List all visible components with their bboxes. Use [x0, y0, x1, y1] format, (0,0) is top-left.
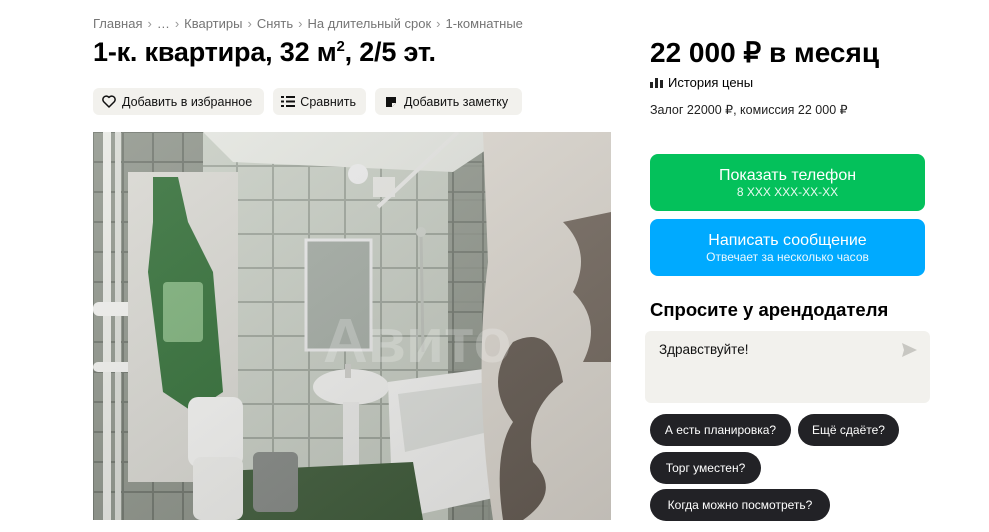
- photo-watermark: Авито: [323, 307, 511, 376]
- show-phone-label: Показать телефон: [718, 166, 857, 184]
- breadcrumb-separator: ›: [298, 16, 303, 31]
- breadcrumb-home[interactable]: Главная: [93, 16, 142, 31]
- compare-icon: [281, 94, 296, 110]
- note-icon: [383, 94, 399, 110]
- add-note-button[interactable]: Добавить заметку: [375, 88, 522, 115]
- add-note-label: Добавить заметку: [404, 94, 509, 109]
- breadcrumb-apartments[interactable]: Квартиры: [184, 16, 242, 31]
- message-text: Здравствуйте!: [659, 342, 749, 357]
- ask-landlord-title: Спросите у арендодателя: [650, 299, 889, 320]
- breadcrumb: Главная › … › Квартиры › Снять › На длительн…: [93, 16, 523, 31]
- breadcrumb-separator: ›: [247, 16, 252, 31]
- breadcrumb-separator: ›: [436, 16, 441, 31]
- title-floor: , 2/5 эт.: [344, 37, 436, 67]
- send-icon[interactable]: [902, 343, 918, 359]
- compare-label: Сравнить: [300, 94, 356, 109]
- add-to-favorites-button[interactable]: Добавить в избранное: [93, 88, 264, 115]
- title-superscript: 2: [336, 38, 345, 55]
- quick-question-bargain[interactable]: Торг уместен?: [650, 452, 761, 484]
- breadcrumb-long-term[interactable]: На длительный срок: [308, 16, 432, 31]
- listing-photo[interactable]: Авито: [93, 132, 611, 520]
- listing-actions: Добавить в избранное Сравнить Добавить з…: [93, 88, 522, 115]
- message-input[interactable]: Здравствуйте!: [645, 331, 930, 403]
- bar-chart-icon: [650, 76, 664, 90]
- quick-question-viewing[interactable]: Когда можно посмотреть?: [650, 489, 830, 521]
- price-history-label: История цены: [668, 75, 754, 90]
- quick-question-still-renting[interactable]: Ещё сдаёте?: [798, 414, 899, 446]
- compare-button[interactable]: Сравнить: [273, 88, 366, 115]
- phone-mask: 8 XXX XXX-XX-XX: [736, 184, 839, 199]
- breadcrumb-one-room[interactable]: 1-комнатные: [446, 16, 523, 31]
- deposit-commission: Залог 22000 ₽, комиссия 22 000 ₽: [650, 103, 848, 117]
- breadcrumb-rent[interactable]: Снять: [257, 16, 293, 31]
- show-phone-button[interactable]: Показать телефон 8 XXX XXX-XX-XX: [650, 154, 925, 211]
- heart-icon: [101, 94, 117, 110]
- page-title: 1-к. квартира, 32 м2, 2/5 эт.: [93, 37, 436, 68]
- breadcrumb-separator: ›: [147, 16, 152, 31]
- breadcrumb-separator: ›: [174, 16, 180, 31]
- response-time: Отвечает за несколько часов: [706, 249, 869, 264]
- write-message-button[interactable]: Написать сообщение Отвечает за несколько…: [650, 219, 925, 276]
- write-message-label: Написать сообщение: [708, 231, 867, 249]
- price-history-link[interactable]: История цены: [650, 75, 753, 90]
- add-to-favorites-label: Добавить в избранное: [122, 94, 253, 109]
- title-main: 1-к. квартира, 32 м: [93, 37, 337, 67]
- bathroom-photo-illustration: Авито: [93, 132, 611, 520]
- price: 22 000 ₽ в месяц: [650, 37, 880, 68]
- breadcrumb-collapsed[interactable]: …: [157, 16, 170, 31]
- quick-question-layout[interactable]: А есть планировка?: [650, 414, 791, 446]
